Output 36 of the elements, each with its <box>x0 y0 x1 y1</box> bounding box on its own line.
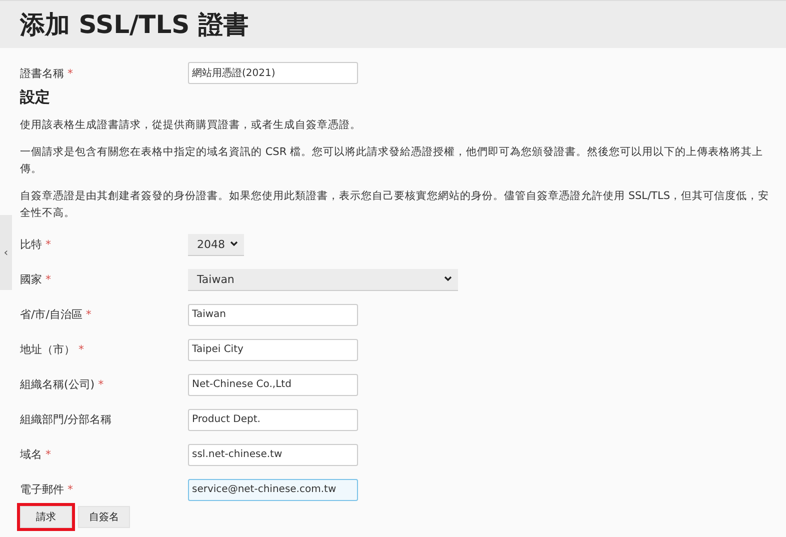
required-mark: * <box>46 448 51 461</box>
description-text: 自簽章憑證是由其創建者簽發的身份證書。如果您使用此類證書，表示您自己要核實您網站的身份。儘管自簽章憑證允許使用 SSL/TLS，但其可信度低，安全性不高。 <box>20 189 770 221</box>
required-mark: * <box>68 66 73 80</box>
field-label: 組織部門/分部名稱 <box>20 413 112 426</box>
dropdown[interactable]: 2048 <box>188 234 244 256</box>
field-label: 電子郵件 <box>20 483 64 496</box>
required-mark: * <box>46 273 51 286</box>
field-label: 國家 <box>20 273 42 286</box>
required-mark: * <box>98 378 104 391</box>
text-field[interactable]: ssl.net-chinese.tw <box>188 444 358 466</box>
text-field[interactable]: Taipei City <box>188 338 358 360</box>
text-field[interactable]: Net-Chinese Co.,Ltd <box>188 374 358 396</box>
field-label: 域名 <box>20 448 42 461</box>
required-mark: * <box>78 343 84 356</box>
chevron-down-icon <box>444 276 452 282</box>
description-text: 使用該表格生成證書請求，從提供商購買證書，或者生成自簽章憑證。 <box>20 118 362 133</box>
required-mark: * <box>86 308 92 321</box>
description-text: 一個請求是包含有關您在表格中指定的域名資訊的 CSR 檔。您可以將此請求發給憑證授權，他們即可為您頒發證書。然後您可以用以下的上傳表格將其上傳。 <box>20 145 764 177</box>
form-button[interactable]: 請求 <box>20 506 72 528</box>
text-field[interactable]: Taiwan <box>188 304 358 326</box>
required-mark: * <box>46 238 51 251</box>
section-title: 設定 <box>20 88 51 107</box>
field-label: 省/市/自治區 <box>20 308 82 321</box>
required-mark: * <box>68 483 73 496</box>
text-field[interactable]: service@net-chinese.com.tw <box>188 478 358 500</box>
field-label: 比特 <box>20 238 42 251</box>
field-label: 組織名稱(公司) <box>20 378 95 391</box>
form-button[interactable]: 自簽名 <box>78 506 130 528</box>
dropdown[interactable]: Taiwan <box>188 268 458 290</box>
text-field[interactable]: Product Dept. <box>188 408 358 430</box>
field-label: 證書名稱 <box>20 66 64 80</box>
field-label: 地址（市） <box>20 343 75 356</box>
page-title: 添加 SSL/TLS 證書 <box>20 9 248 41</box>
chevron-down-icon <box>230 241 238 247</box>
text-field[interactable]: 網站用憑證(2021) <box>188 62 358 84</box>
sidebar-toggle[interactable]: ‹ <box>0 215 12 290</box>
